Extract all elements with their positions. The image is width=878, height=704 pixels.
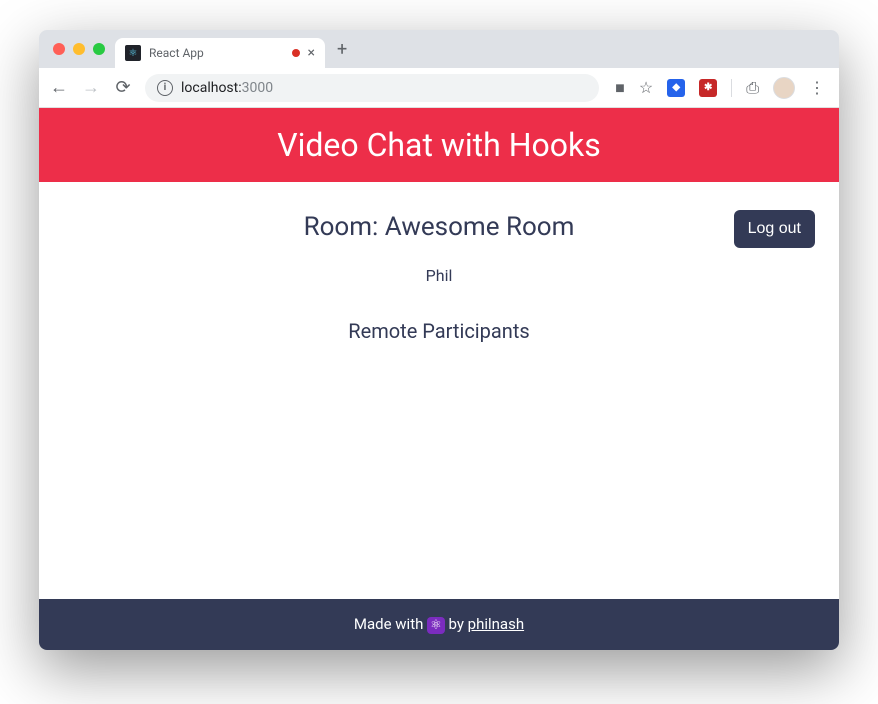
- back-button[interactable]: ←: [49, 77, 69, 98]
- logout-button[interactable]: Log out: [734, 210, 815, 248]
- chrome-menu-icon[interactable]: ⋮: [809, 78, 825, 97]
- room-title: Room: Awesome Room: [63, 212, 815, 242]
- tab-close-button[interactable]: ×: [308, 45, 315, 61]
- window-maximize-button[interactable]: [93, 43, 105, 55]
- app-header: Video Chat with Hooks: [39, 108, 839, 182]
- url-port: 3000: [242, 80, 273, 96]
- local-participant-name: Phil: [63, 266, 815, 285]
- app-footer: Made with ⚛ by philnash: [39, 599, 839, 650]
- footer-by: by: [448, 615, 467, 633]
- react-atom-icon: ⚛: [427, 617, 445, 634]
- app-root: Video Chat with Hooks Room: Awesome Room…: [39, 108, 839, 650]
- bookmark-star-icon[interactable]: ☆: [639, 78, 653, 97]
- forward-button[interactable]: →: [81, 77, 101, 98]
- camera-icon[interactable]: ■: [615, 78, 625, 98]
- toolbar-actions: ■ ☆ ◆ ✱ ⎙ ⋮: [611, 77, 829, 99]
- toolbar-divider: [731, 79, 732, 97]
- react-favicon: ⚛: [125, 45, 141, 61]
- new-tab-button[interactable]: +: [325, 39, 359, 60]
- site-info-icon[interactable]: i: [157, 80, 173, 96]
- remote-participants-heading: Remote Participants: [63, 319, 815, 343]
- chrome-toolbar: ← → ⟳ i localhost:3000 ■ ☆ ◆ ✱ ⎙ ⋮: [39, 68, 839, 108]
- window-minimize-button[interactable]: [73, 43, 85, 55]
- footer-made-with: Made with: [354, 615, 427, 633]
- tab-title: React App: [149, 46, 284, 60]
- recording-indicator-icon: [292, 49, 300, 57]
- browser-window: ⚛ React App × + ← → ⟳ i localhost:3000 ■…: [39, 30, 839, 650]
- profile-avatar[interactable]: [773, 77, 795, 99]
- window-controls: [47, 43, 115, 55]
- address-bar[interactable]: i localhost:3000: [145, 74, 599, 102]
- app-main: Room: Awesome Room Log out Phil Remote P…: [39, 182, 839, 599]
- url-host: localhost:: [181, 80, 242, 96]
- extension-icon[interactable]: ✱: [699, 79, 717, 97]
- chrome-tab-strip: ⚛ React App × +: [39, 30, 839, 68]
- browser-tab[interactable]: ⚛ React App ×: [115, 38, 325, 68]
- extension-bitwarden-icon[interactable]: ◆: [667, 79, 685, 97]
- reload-button[interactable]: ⟳: [113, 77, 133, 98]
- cast-icon[interactable]: ⎙: [746, 78, 759, 98]
- app-title: Video Chat with Hooks: [277, 126, 601, 164]
- footer-author-link[interactable]: philnash: [468, 615, 524, 633]
- window-close-button[interactable]: [53, 43, 65, 55]
